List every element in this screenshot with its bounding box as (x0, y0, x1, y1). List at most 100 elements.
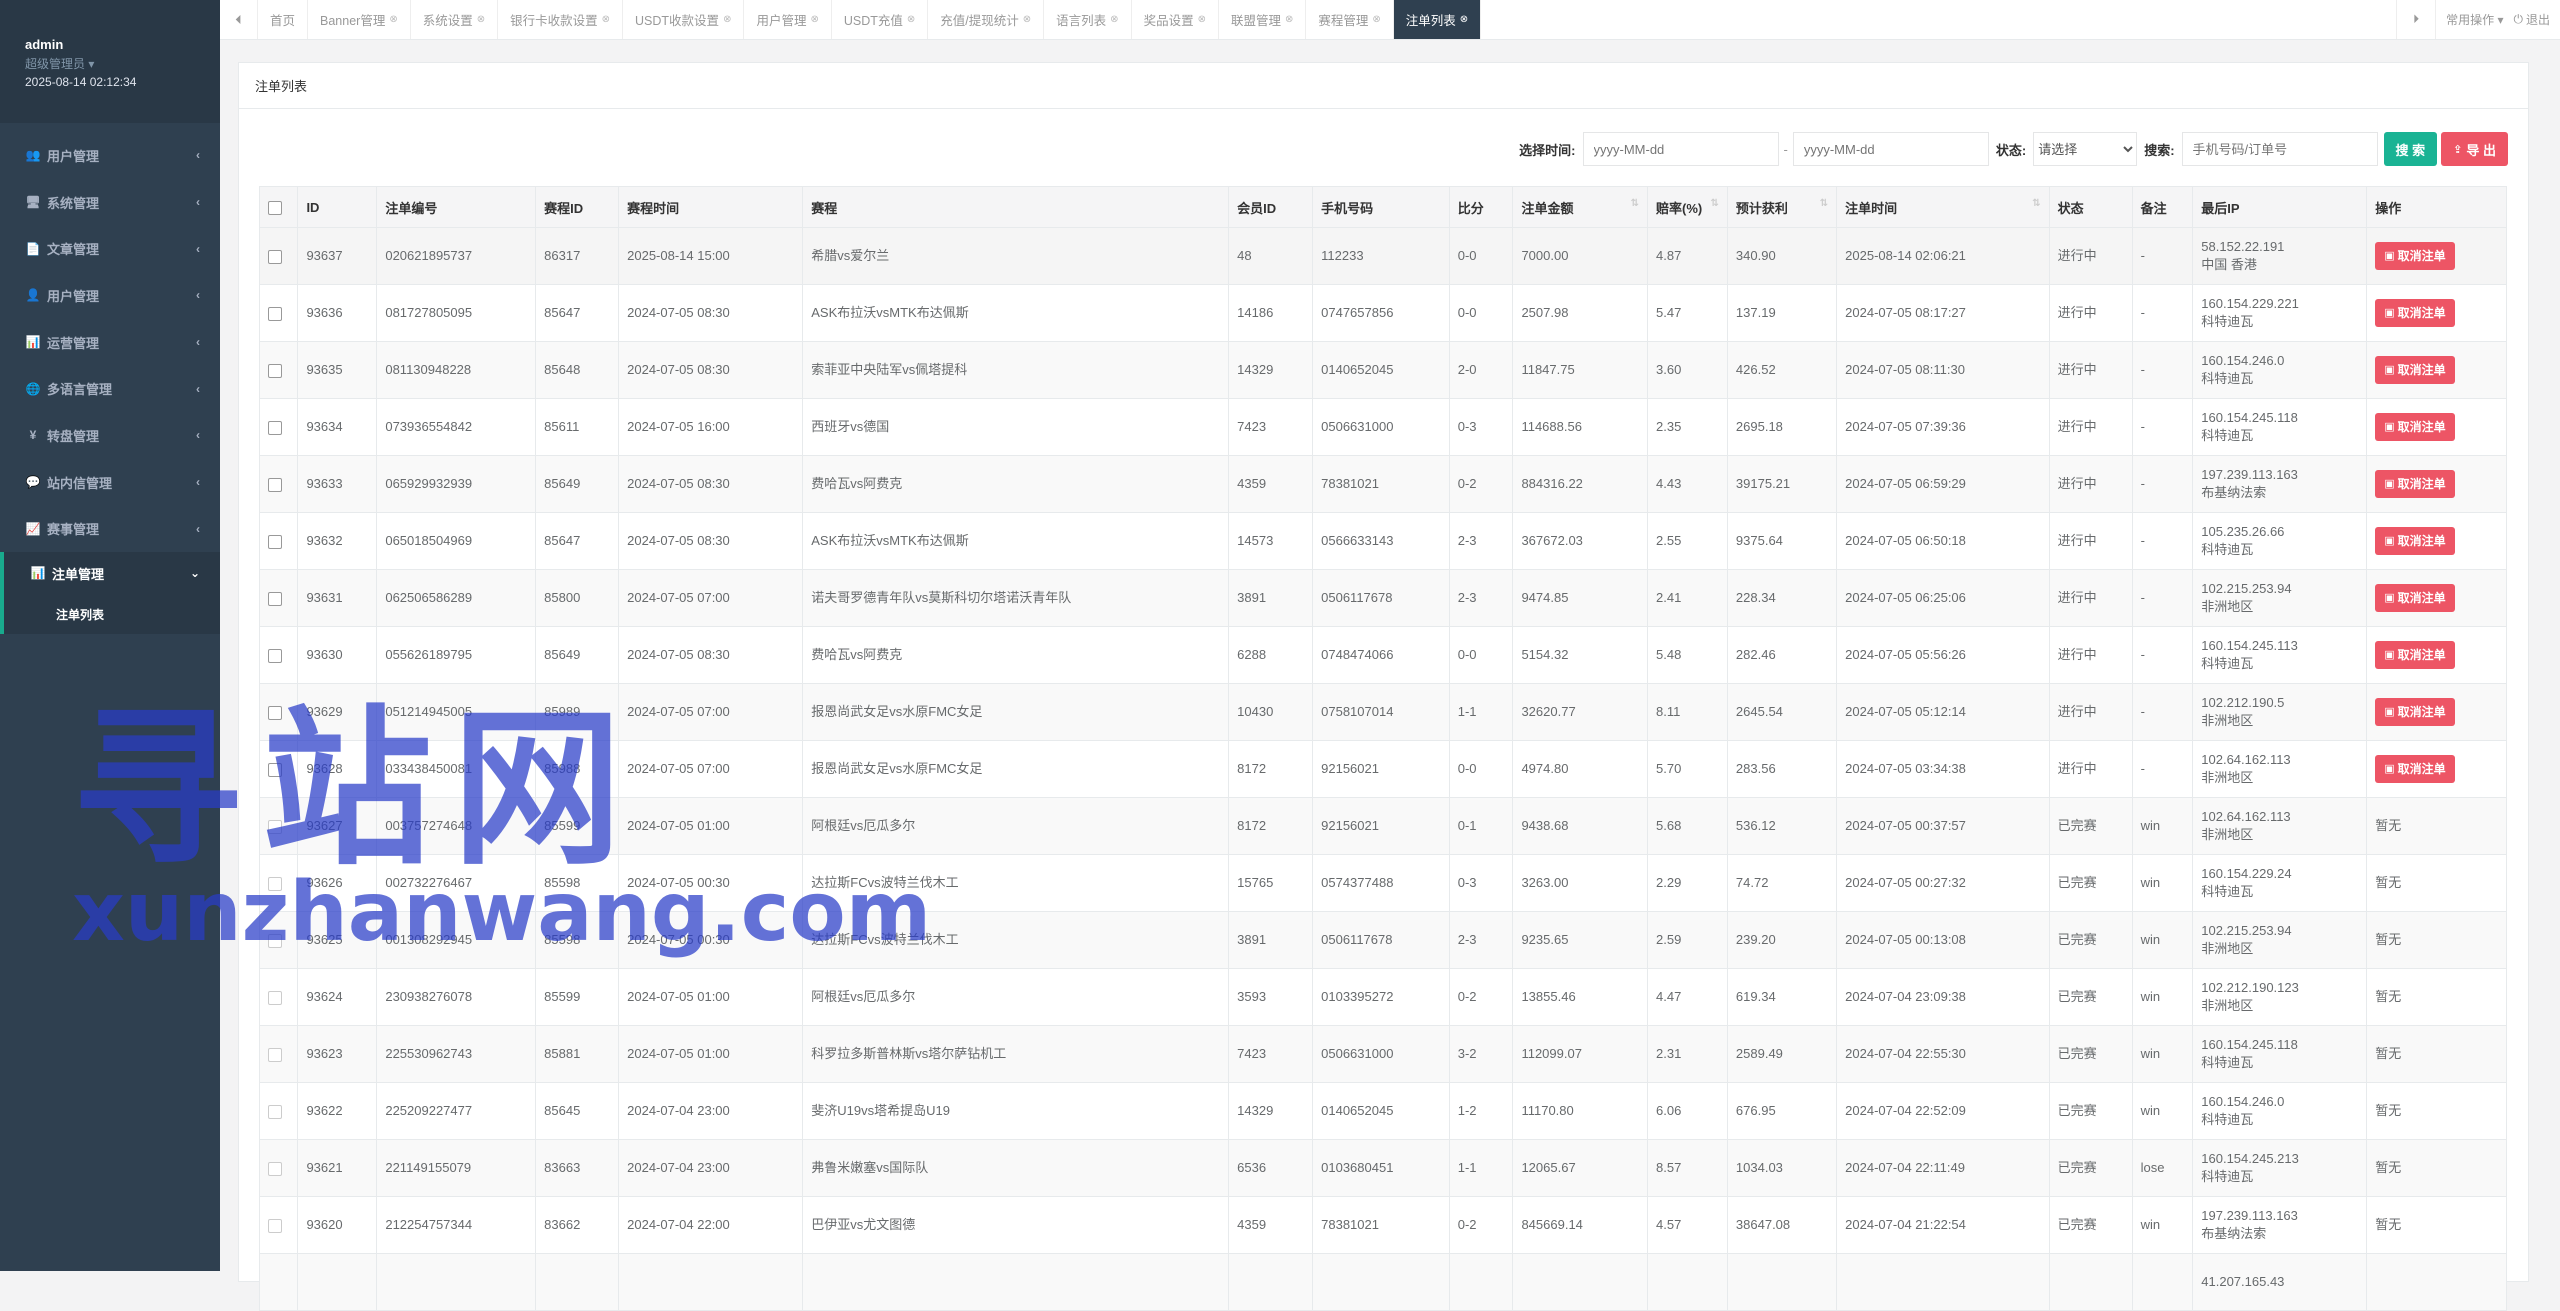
row-select-cell[interactable] (258, 455, 299, 513)
row-checkbox[interactable] (268, 876, 282, 891)
cancel-bet-button[interactable]: ▣ 取消注单 (2375, 527, 2455, 555)
row-select-cell[interactable] (258, 341, 299, 399)
row-select-cell[interactable] (258, 854, 299, 912)
row-select-cell[interactable] (258, 398, 299, 456)
tab-8[interactable]: 语言列表 ⊗ (1044, 0, 1132, 39)
sidebar-item-2[interactable]: 📄 文章管理 ‹ (0, 225, 220, 272)
cancel-bet-button[interactable]: ▣ 取消注单 (2375, 470, 2455, 498)
logout-button[interactable]: ⏻ 退出 (2513, 0, 2560, 39)
cancel-bet-button[interactable]: ▣ 取消注单 (2375, 755, 2455, 783)
cancel-bet-button[interactable]: ▣ 取消注单 (2375, 584, 2455, 612)
sort-icon[interactable]: ⇅ (2032, 198, 2040, 209)
close-icon[interactable]: ⊗ (1285, 14, 1293, 25)
row-checkbox[interactable] (268, 819, 282, 834)
sidebar-item-1[interactable]: 🖥 系统管理 ‹ (0, 179, 220, 226)
sidebar-item-8[interactable]: 📈 赛事管理 ‹ (0, 506, 220, 553)
row-select-cell[interactable] (258, 911, 299, 969)
tab-active[interactable]: 注单列表 ⊗ (1393, 0, 1482, 39)
tab-2[interactable]: 系统设置 ⊗ (411, 0, 499, 39)
end-date-input[interactable] (1792, 132, 1989, 166)
common-ops-button[interactable]: 常用操作 ▾ (2435, 0, 2513, 39)
cancel-bet-button[interactable]: ▣ 取消注单 (2375, 242, 2455, 270)
tab-scroll-left-icon[interactable]: ⏴ (220, 0, 258, 39)
row-checkbox[interactable] (268, 306, 282, 321)
profile-name[interactable]: admin (25, 37, 220, 52)
row-select-cell[interactable] (258, 1082, 299, 1140)
row-checkbox[interactable] (268, 648, 282, 663)
sort-icon[interactable]: ⇅ (1711, 198, 1719, 209)
row-checkbox[interactable] (268, 990, 282, 1005)
cancel-bet-button[interactable]: ▣ 取消注单 (2375, 698, 2455, 726)
column-header[interactable]: 预计获利 ⇅ (1726, 186, 1838, 228)
column-header[interactable]: 赔率(%) ⇅ (1647, 186, 1728, 228)
tab-scroll-right-icon[interactable]: ⏵ (2396, 0, 2435, 39)
column-header[interactable]: 注单时间 ⇅ (1836, 186, 2050, 228)
row-checkbox[interactable] (268, 1218, 282, 1233)
row-select-cell[interactable] (258, 284, 299, 342)
row-select-cell[interactable] (258, 1139, 299, 1197)
sidebar-item-5[interactable]: 🌐 多语言管理 ‹ (0, 365, 220, 412)
row-checkbox[interactable] (268, 534, 282, 549)
row-select-cell[interactable] (258, 797, 299, 855)
close-icon[interactable]: ⊗ (810, 14, 818, 25)
select-all-checkbox[interactable] (268, 200, 282, 215)
close-icon[interactable]: ⊗ (1110, 14, 1118, 25)
sidebar-item-bets[interactable]: 📊 注单管理 ⌄ (0, 552, 220, 595)
close-icon[interactable]: ⊗ (389, 14, 397, 25)
row-checkbox[interactable] (268, 477, 282, 492)
row-checkbox[interactable] (268, 1161, 282, 1176)
sort-icon[interactable]: ⇅ (1631, 198, 1639, 209)
column-header[interactable]: 注单金额 ⇅ (1512, 186, 1648, 228)
tab-11[interactable]: 赛程管理 ⊗ (1306, 0, 1394, 39)
tab-1[interactable]: Banner管理 ⊗ (308, 0, 411, 39)
tab-6[interactable]: USDT充值 ⊗ (832, 0, 929, 39)
row-select-cell[interactable] (258, 683, 299, 741)
close-icon[interactable]: ⊗ (1372, 14, 1380, 25)
row-select-cell[interactable] (258, 1253, 299, 1311)
row-checkbox[interactable] (268, 363, 282, 378)
row-checkbox[interactable] (268, 1047, 282, 1062)
close-icon[interactable]: ⊗ (1460, 14, 1468, 25)
tab-3[interactable]: 银行卡收款设置 ⊗ (498, 0, 624, 39)
sidebar-item-3[interactable]: 👤 用户管理 ‹ (0, 272, 220, 319)
row-select-cell[interactable] (258, 968, 299, 1026)
sidebar-subitem-bet-list[interactable]: 注单列表 (0, 594, 220, 635)
status-select[interactable]: 请选择 (2033, 132, 2138, 166)
tab-10[interactable]: 联盟管理 ⊗ (1219, 0, 1307, 39)
cancel-bet-button[interactable]: ▣ 取消注单 (2375, 641, 2455, 669)
close-icon[interactable]: ⊗ (907, 14, 915, 25)
tab-0[interactable]: 首页 (258, 0, 309, 39)
row-select-cell[interactable] (258, 1196, 299, 1254)
export-button[interactable]: ⇪ 导 出 (2441, 132, 2508, 166)
row-select-cell[interactable] (258, 626, 299, 684)
cancel-bet-button[interactable]: ▣ 取消注单 (2375, 413, 2455, 441)
close-icon[interactable]: ⊗ (723, 14, 731, 25)
tab-4[interactable]: USDT收款设置 ⊗ (623, 0, 745, 39)
row-checkbox[interactable] (268, 933, 282, 948)
row-checkbox[interactable] (268, 420, 282, 435)
profile-role[interactable]: 超级管理员 ▾ (25, 55, 220, 72)
row-checkbox[interactable] (268, 762, 282, 777)
close-icon[interactable]: ⊗ (602, 14, 610, 25)
close-icon[interactable]: ⊗ (1198, 14, 1206, 25)
search-input[interactable] (2181, 132, 2378, 166)
tab-7[interactable]: 充值/提现统计 ⊗ (928, 0, 1045, 39)
sidebar-item-0[interactable]: 👥 用户管理 ‹ (0, 132, 220, 179)
tab-9[interactable]: 奖品设置 ⊗ (1132, 0, 1219, 39)
sort-icon[interactable]: ⇅ (1820, 198, 1828, 209)
row-checkbox[interactable] (268, 1104, 282, 1119)
sidebar-item-6[interactable]: ¥ 转盘管理 ‹ (0, 412, 220, 459)
row-checkbox[interactable] (268, 249, 282, 264)
row-select-cell[interactable] (258, 227, 299, 285)
close-icon[interactable]: ⊗ (477, 14, 485, 25)
row-select-cell[interactable] (258, 1025, 299, 1083)
header-select-all[interactable] (258, 186, 299, 228)
tab-5[interactable]: 用户管理 ⊗ (744, 0, 832, 39)
search-button[interactable]: 搜 索 (2383, 132, 2438, 166)
close-icon[interactable]: ⊗ (1023, 14, 1031, 25)
row-checkbox[interactable] (268, 591, 282, 606)
row-select-cell[interactable] (258, 512, 299, 570)
sidebar-item-4[interactable]: 📊 运营管理 ‹ (0, 319, 220, 366)
row-select-cell[interactable] (258, 740, 299, 798)
start-date-input[interactable] (1582, 132, 1779, 166)
